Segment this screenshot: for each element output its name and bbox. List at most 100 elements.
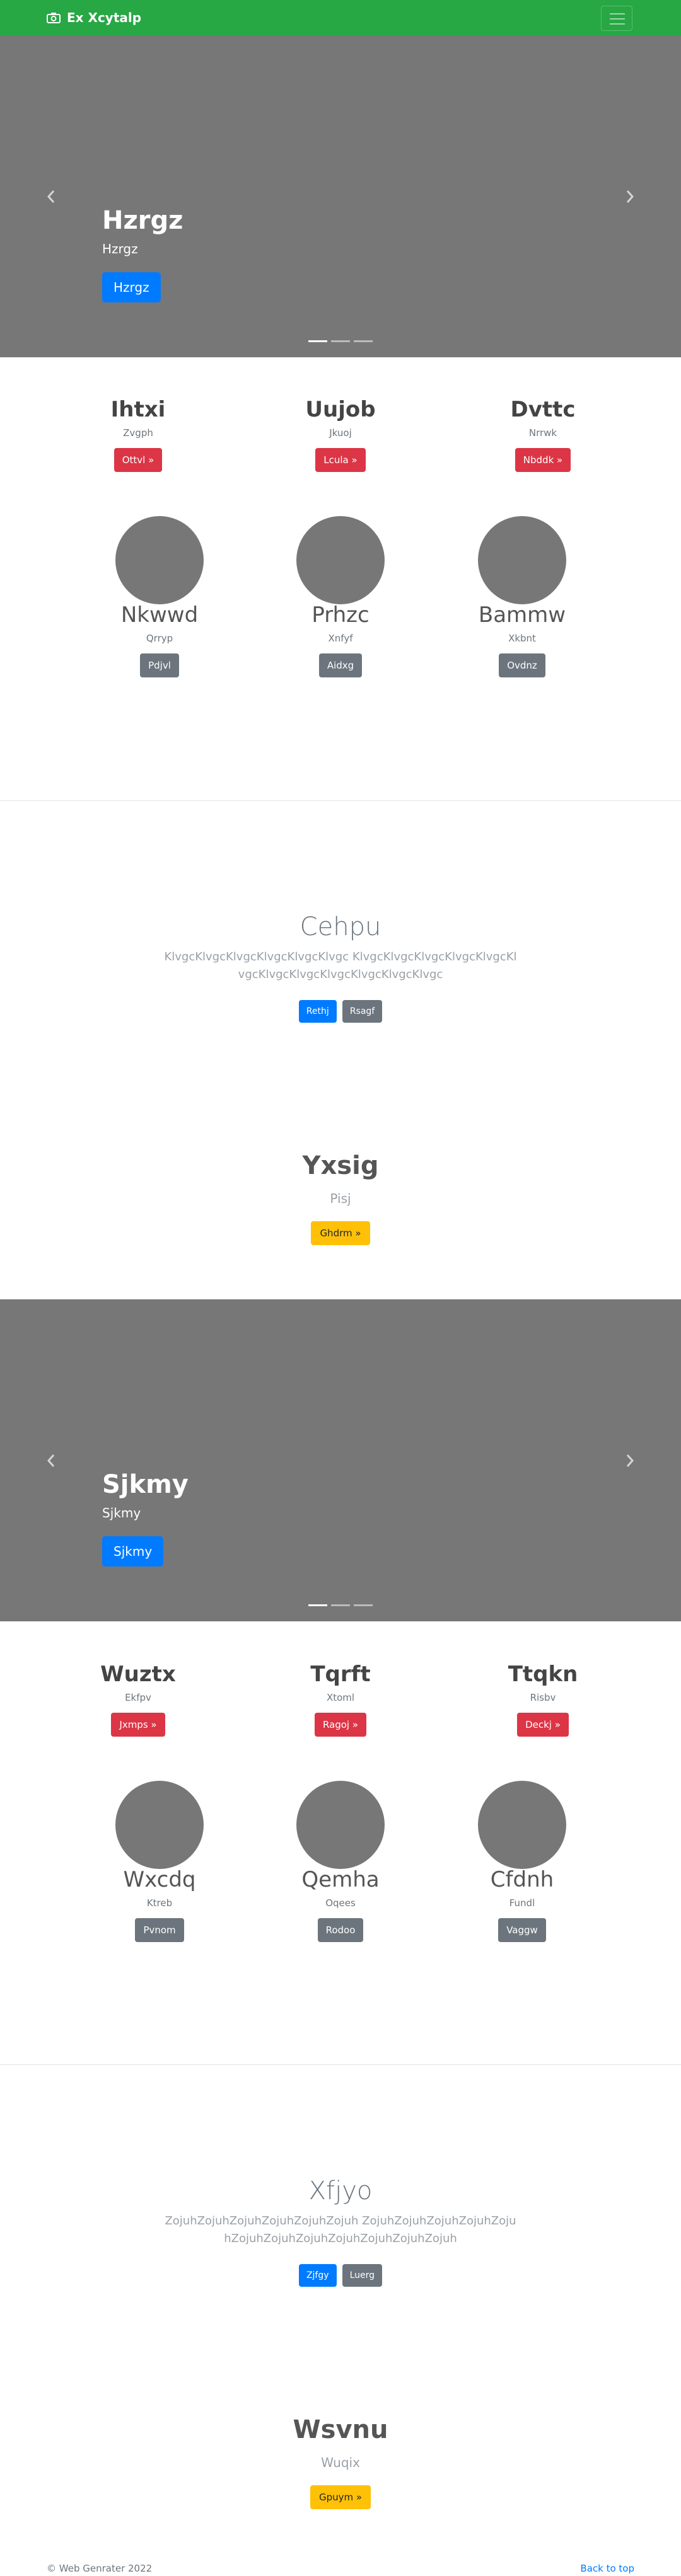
feature-button[interactable]: Deckj » — [517, 1713, 569, 1737]
carousel-indicators — [0, 1604, 681, 1606]
carousel-next-button[interactable] — [579, 1299, 681, 1621]
carousel-cta-button[interactable]: Hzrgz — [102, 272, 161, 302]
jumbotron: Cehpu KlvgcKlvgcKlvgcKlvgcKlvgcKlvgc Klv… — [0, 912, 681, 1023]
carousel-next-button[interactable] — [579, 35, 681, 357]
carousel-indicator[interactable] — [331, 340, 350, 342]
profile-name: Wxcdq — [123, 1867, 196, 1892]
feature-button[interactable]: Ragoj » — [314, 1713, 367, 1737]
feature-column: Uujob Jkuoj Lcula » — [246, 396, 435, 472]
jumbotron-title: Xfjyo — [308, 2176, 373, 2205]
cta-title: Yxsig — [302, 1151, 379, 1180]
feature-text: Xtoml — [326, 1692, 355, 1703]
profile-card: Bammw Xkbnt Ovdnz — [428, 516, 617, 677]
profile-name: Qemha — [301, 1867, 380, 1892]
profile-card: Cfdnh Fundl Vaggw — [428, 1781, 617, 1942]
carousel-subtitle: Hzrgz — [102, 241, 138, 256]
jumbotron-primary-button[interactable]: Zjfgy — [298, 2264, 337, 2287]
profile-button[interactable]: Pvnom — [135, 1918, 184, 1942]
jumbotron: Xfjyo ZojuhZojuhZojuhZojuhZojuhZojuh Zoj… — [0, 2176, 681, 2287]
profile-card: Nkwwd Qrryp Pdjvl — [65, 516, 254, 677]
feature-column: Wuztx Ekfpv Jxmps » — [44, 1661, 233, 1737]
feature-button[interactable]: Lcula » — [315, 448, 366, 472]
section-divider — [0, 800, 681, 801]
cta-button[interactable]: Gpuym » — [310, 2485, 371, 2509]
chevron-left-icon — [47, 1454, 55, 1467]
section-divider — [0, 2064, 681, 2065]
feature-title: Uujob — [305, 397, 376, 422]
feature-title: Dvttc — [510, 397, 576, 422]
profile-card: Wxcdq Ktreb Pvnom — [65, 1781, 254, 1942]
cta-section: Wsvnu Wuqix Gpuym » — [0, 2415, 681, 2509]
jumbotron-primary-button[interactable]: Rethj — [298, 1000, 337, 1023]
camera-icon — [47, 12, 61, 23]
cta-section: Yxsig Pisj Ghdrm » — [0, 1151, 681, 1245]
avatar-placeholder — [115, 1781, 204, 1869]
profile-text: Ktreb — [146, 1897, 173, 1909]
profile-text: Fundl — [509, 1897, 535, 1909]
carousel-prev-button[interactable] — [0, 1299, 102, 1621]
carousel-caption: Sjkmy Sjkmy Sjkmy — [102, 1469, 189, 1567]
feature-column: Ihtxi Zvgph Ottvl » — [44, 396, 233, 472]
back-to-top-link[interactable]: Back to top — [580, 2562, 634, 2575]
feature-button[interactable]: Nbddk » — [515, 448, 571, 472]
profile-button[interactable]: Pdjvl — [140, 653, 179, 677]
profile-text: Oqees — [325, 1897, 356, 1909]
feature-title: Tqrft — [310, 1662, 371, 1687]
feature-column: Ttqkn Risbv Deckj » — [448, 1661, 637, 1737]
feature-title: Wuztx — [100, 1662, 176, 1687]
cta-title: Wsvnu — [293, 2415, 388, 2444]
profile-button[interactable]: Vaggw — [498, 1918, 546, 1942]
carousel-indicator[interactable] — [331, 1604, 350, 1606]
feature-text: Jkuoj — [329, 427, 352, 439]
profile-button[interactable]: Ovdnz — [499, 653, 545, 677]
profile-text: Qrryp — [146, 633, 173, 644]
jumbotron-text: KlvgcKlvgcKlvgcKlvgcKlvgcKlvgc KlvgcKlvg… — [164, 950, 517, 981]
avatar-placeholder — [115, 516, 204, 604]
profile-card: Qemha Oqees Rodoo — [246, 1781, 435, 1942]
profile-card: Prhzc Xnfyf Aidxg — [246, 516, 435, 677]
carousel-subtitle: Sjkmy — [102, 1505, 141, 1521]
carousel-indicator[interactable] — [354, 1604, 373, 1606]
hero-carousel: Hzrgz Hzrgz Hzrgz — [0, 35, 681, 357]
navbar-toggler-button[interactable] — [601, 6, 632, 31]
hamburger-menu-icon — [610, 13, 625, 14]
jumbotron-secondary-button[interactable]: Luerg — [342, 2264, 383, 2287]
feature-text: Nrrwk — [528, 427, 557, 439]
chevron-right-icon — [626, 190, 634, 203]
feature-button[interactable]: Ottvl » — [114, 448, 163, 472]
feature-text: Ekfpv — [125, 1692, 151, 1703]
carousel-indicators — [0, 340, 681, 342]
profile-text: Xnfyf — [328, 633, 353, 644]
hero-carousel: Sjkmy Sjkmy Sjkmy — [0, 1299, 681, 1621]
carousel-title: Hzrgz — [102, 206, 183, 235]
profile-name: Bammw — [478, 602, 566, 628]
avatar-placeholder — [296, 1781, 385, 1869]
carousel-indicator[interactable] — [308, 1604, 327, 1606]
carousel-prev-button[interactable] — [0, 35, 102, 357]
carousel-indicator[interactable] — [308, 340, 327, 342]
jumbotron-title: Cehpu — [300, 912, 381, 941]
profile-name: Nkwwd — [120, 602, 199, 628]
chevron-left-icon — [47, 190, 55, 203]
brand-link[interactable]: Ex Xcytalp — [47, 9, 141, 26]
carousel-indicator[interactable] — [354, 340, 373, 342]
jumbotron-secondary-button[interactable]: Rsagf — [342, 1000, 383, 1023]
cta-button[interactable]: Ghdrm » — [311, 1221, 370, 1245]
avatar-placeholder — [478, 1781, 566, 1869]
feature-text: Zvgph — [123, 427, 153, 439]
carousel-title: Sjkmy — [102, 1470, 189, 1499]
feature-button[interactable]: Jxmps » — [111, 1713, 165, 1737]
profile-button[interactable]: Aidxg — [318, 653, 363, 677]
jumbotron-text: ZojuhZojuhZojuhZojuhZojuhZojuh ZojuhZoju… — [165, 2214, 516, 2245]
navbar: Ex Xcytalp — [0, 0, 681, 35]
cta-text: Pisj — [330, 1191, 351, 1206]
profile-button[interactable]: Rodoo — [317, 1918, 364, 1942]
profile-name: Cfdnh — [490, 1867, 554, 1892]
feature-text: Risbv — [530, 1692, 556, 1703]
feature-column: Tqrft Xtoml Ragoj » — [246, 1661, 435, 1737]
feature-title: Ttqkn — [508, 1662, 578, 1687]
carousel-cta-button[interactable]: Sjkmy — [102, 1536, 164, 1567]
chevron-right-icon — [626, 1454, 634, 1467]
avatar-placeholder — [296, 516, 385, 604]
feature-column: Dvttc Nrrwk Nbddk » — [448, 396, 637, 472]
